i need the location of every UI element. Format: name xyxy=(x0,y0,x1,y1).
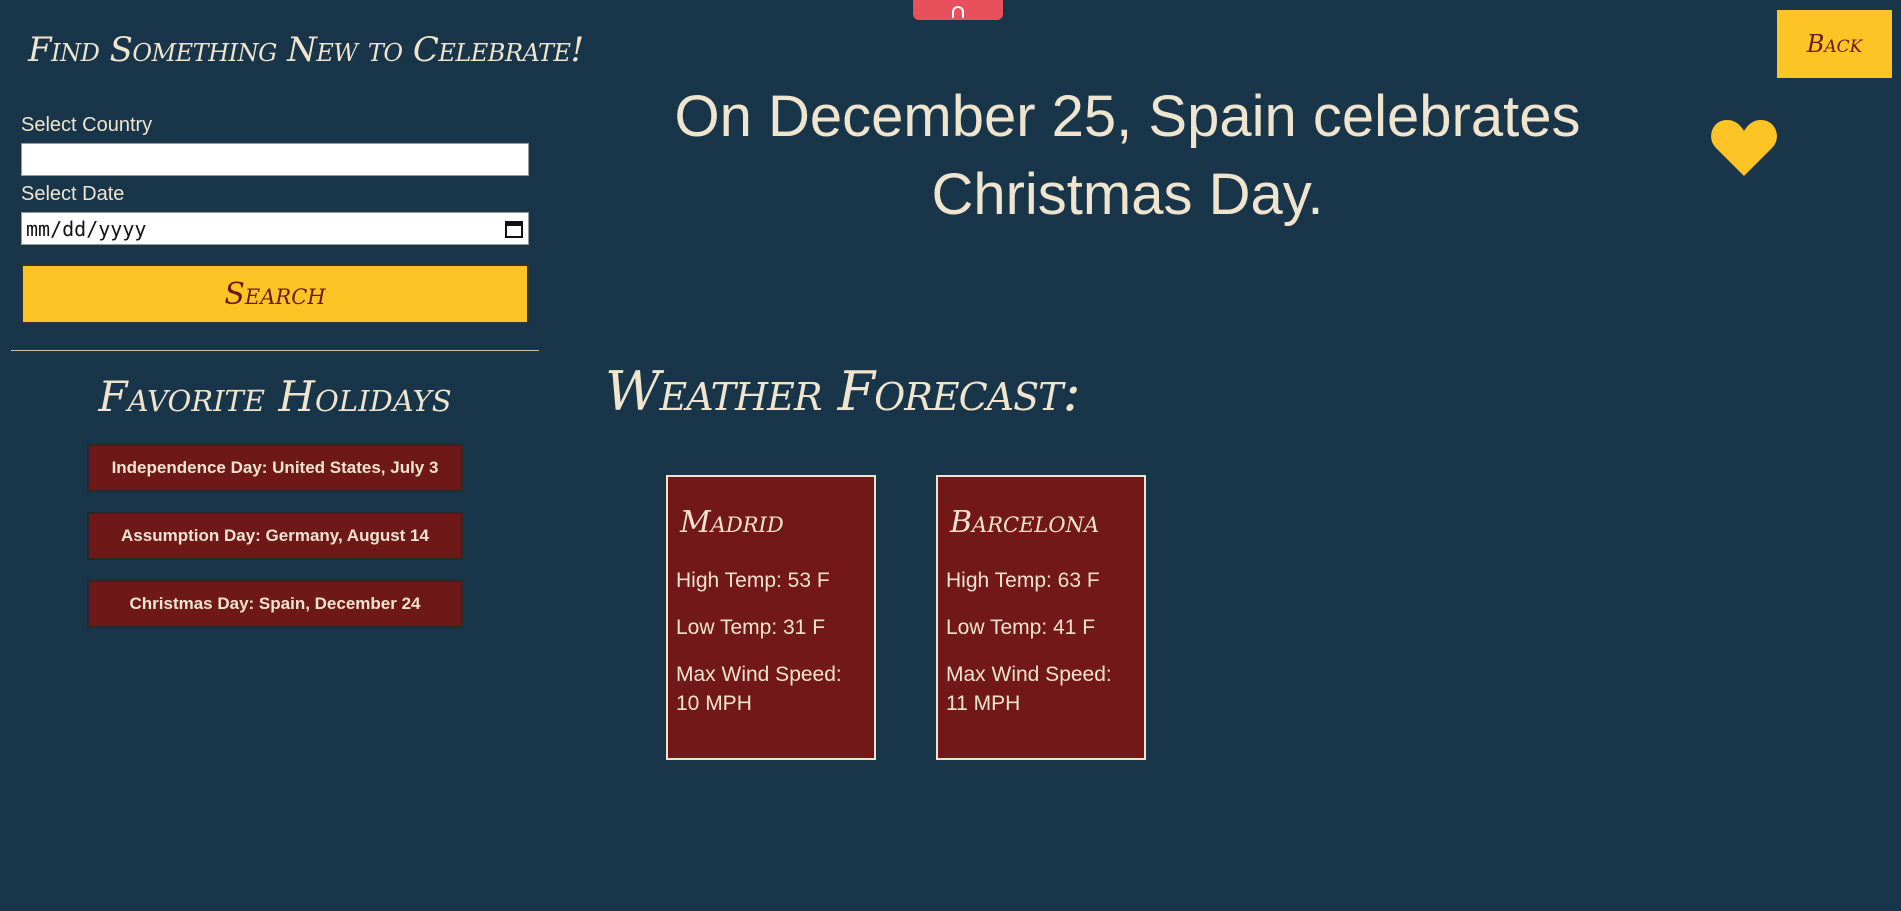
forecast-card: Madrid High Temp: 53 F Low Temp: 31 F Ma… xyxy=(666,475,876,760)
card-low-temp: Low Temp: 31 F xyxy=(676,616,826,639)
favorite-holiday-button[interactable]: Assumption Day: Germany, August 14 xyxy=(87,512,463,560)
country-input[interactable] xyxy=(21,143,529,176)
card-high-temp: High Temp: 53 F xyxy=(676,569,830,592)
card-low-temp: Low Temp: 41 F xyxy=(946,616,1096,639)
date-input[interactable]: mm/dd/yyyy xyxy=(21,212,529,245)
holiday-headline: On December 25, Spain celebrates Christm… xyxy=(674,84,1581,227)
card-wind-speed: Max Wind Speed: 10 MPH xyxy=(676,663,842,715)
country-label: Select Country xyxy=(21,114,153,136)
sidebar-title: Find Something New to Celebrate! xyxy=(28,30,584,70)
collapse-tab[interactable] xyxy=(913,0,1003,20)
card-city: Madrid xyxy=(680,505,784,540)
sidebar-divider xyxy=(11,350,539,351)
date-placeholder: mm/dd/yyyy xyxy=(26,216,147,241)
card-high-temp: High Temp: 63 F xyxy=(946,569,1100,592)
favorites-title: Favorite Holidays xyxy=(98,372,452,421)
forecast-title: Weather Forecast: xyxy=(605,360,1081,423)
favorite-holiday-button[interactable]: Independence Day: United States, July 3 xyxy=(87,444,463,492)
sidebar: Find Something New to Celebrate! Select … xyxy=(0,0,584,911)
search-button[interactable]: Search xyxy=(21,264,529,324)
date-label: Select Date xyxy=(21,183,125,205)
heart-icon[interactable] xyxy=(1710,116,1778,178)
card-wind-speed: Max Wind Speed: 11 MPH xyxy=(946,663,1112,715)
back-button[interactable]: Back xyxy=(1777,10,1892,78)
forecast-card: Barcelona High Temp: 63 F Low Temp: 41 F… xyxy=(936,475,1146,760)
calendar-icon[interactable] xyxy=(504,219,524,239)
favorite-holiday-button[interactable]: Christmas Day: Spain, December 24 xyxy=(87,580,463,628)
card-city: Barcelona xyxy=(950,505,1100,540)
collapse-tab-icon xyxy=(952,6,964,18)
